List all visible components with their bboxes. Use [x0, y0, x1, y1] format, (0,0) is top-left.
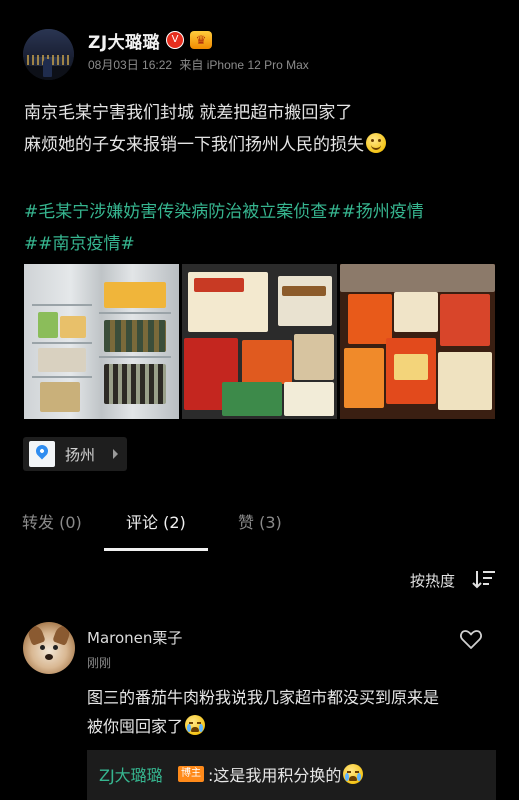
- blogger-tag: 博主: [178, 766, 204, 782]
- smile-emoji-icon: [366, 133, 386, 153]
- reply-text: :这是我用积分换的: [208, 762, 364, 786]
- comment-text-line: 被你囤回家了: [87, 712, 497, 741]
- post-image-instant-noodles[interactable]: [182, 264, 337, 419]
- map-icon: [29, 441, 55, 467]
- post-source: 来自 iPhone 12 Pro Max: [179, 58, 309, 72]
- hashtag-block[interactable]: #毛某宁涉嫌妨害传染病防治被立案侦查##扬州疫情 ##南京疫情#: [24, 196, 504, 260]
- like-heart-icon[interactable]: [459, 628, 483, 650]
- active-tab-indicator: [104, 548, 208, 551]
- reply-author[interactable]: ZJ大璐璐: [99, 762, 163, 786]
- author-avatar[interactable]: [23, 29, 74, 80]
- verified-badge-icon: V: [166, 31, 184, 49]
- post-date: 08月03日 16:22: [88, 58, 173, 72]
- comment-body: 图三的番茄牛肉粉我说我几家超市都没买到原来是 被你囤回家了: [87, 683, 497, 741]
- comment-text-line: 图三的番茄牛肉粉我说我几家超市都没买到原来是: [87, 688, 440, 707]
- post-text-line: 麻烦她的子女来报销一下我们扬州人民的损失: [24, 129, 504, 161]
- sort-by-popularity-button[interactable]: 按热度: [410, 570, 455, 591]
- laughing-crying-emoji-icon: [343, 764, 364, 784]
- hashtag-line[interactable]: #毛某宁涉嫌妨害传染病防治被立案侦查##扬州疫情: [24, 196, 504, 228]
- tab-likes[interactable]: 赞 (3): [238, 509, 282, 533]
- post-meta: 08月03日 16:22 来自 iPhone 12 Pro Max: [88, 56, 313, 73]
- post-text-line: 南京毛某宁害我们封城 就差把超市搬回家了: [24, 103, 353, 123]
- post-image-refrigerator[interactable]: [24, 264, 179, 419]
- hashtag-line[interactable]: ##南京疫情#: [24, 228, 504, 260]
- commenter-name[interactable]: Maronen栗子: [87, 627, 182, 648]
- crying-emoji-icon: [185, 715, 206, 735]
- tab-reposts[interactable]: 转发 (0): [22, 509, 82, 533]
- location-pin-icon: [33, 442, 51, 460]
- location-chip[interactable]: 扬州: [23, 437, 127, 471]
- post-image-freezer-food[interactable]: [340, 264, 495, 419]
- comment-time: 刚刚: [87, 656, 112, 670]
- author-name[interactable]: ZJ大璐璐: [88, 28, 160, 53]
- post-body: 南京毛某宁害我们封城 就差把超市搬回家了 麻烦她的子女来报销一下我们扬州人民的损…: [24, 97, 504, 161]
- crown-badge-icon: ♛: [190, 31, 212, 49]
- reply-preview[interactable]: ZJ大璐璐 博主 :这是我用积分换的: [87, 750, 496, 800]
- location-label: 扬州: [65, 446, 96, 464]
- tab-comments[interactable]: 评论 (2): [126, 509, 186, 533]
- commenter-avatar[interactable]: [23, 622, 75, 674]
- sort-icon[interactable]: [472, 569, 496, 589]
- chevron-right-icon: [113, 449, 118, 459]
